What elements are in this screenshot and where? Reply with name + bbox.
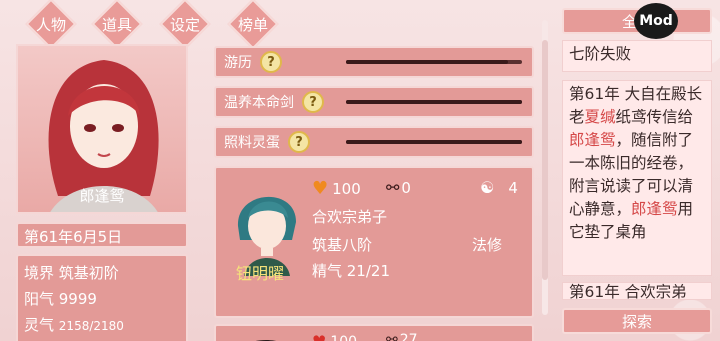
yang-stat: 阳气 9999 (24, 290, 97, 308)
log-entry-3: 第61年 合欢宗弟 (562, 282, 712, 300)
help-icon[interactable]: ? (288, 131, 310, 153)
spirit-stat: 灵气 2158/2180 (24, 316, 124, 334)
game-date: 第61年6月5日 (24, 228, 123, 246)
bond-icon: ⚯ (386, 332, 398, 341)
travel-progress (346, 60, 522, 64)
egg-progress-fill (346, 140, 522, 144)
sword-progress-fill (346, 100, 522, 104)
disciple-sect: 合欢宗弟子 (312, 208, 388, 226)
character-portrait[interactable]: 郎逢鸳 (16, 44, 188, 214)
tab-settings[interactable]: 设定 (156, 4, 214, 44)
disciple-path: 法修 (472, 236, 503, 254)
disciple-realm: 筑基八阶 (312, 236, 373, 254)
list-scroll-thumb[interactable] (542, 40, 548, 280)
heart-icon: ♥ (312, 332, 326, 341)
travel-progress-fill (346, 60, 508, 64)
tab-items[interactable]: 道具 (88, 4, 146, 44)
character-name: 郎逢鸳 (79, 187, 125, 205)
log-entry-1: 七阶失败 (562, 40, 712, 72)
affection-stat: ♥ 100 (312, 178, 361, 199)
tab-character[interactable]: 人物 (22, 4, 80, 44)
disciple-card[interactable]: 钮明曜 ♥ 100 ⚯ 0 ☯ 4 合欢宗弟子 筑基八阶 法修 精气 21/21 (214, 166, 534, 318)
action-care-egg[interactable]: 照料灵蛋 ? (214, 126, 534, 158)
explore-button[interactable]: 探索 (562, 308, 712, 334)
heart-icon: ♥ (312, 178, 329, 199)
mod-badge[interactable]: Mod (634, 3, 678, 39)
bond-icon: ⚯ (386, 178, 400, 197)
disciple-card-next[interactable]: ♥ 100 ⚯ 27 (214, 324, 534, 341)
egg-progress (346, 140, 522, 144)
next-affection: ♥ 100 (312, 332, 357, 341)
next-avatar (256, 340, 276, 341)
bond-stat: ⚯ 0 (386, 178, 411, 197)
disciple-essence: 精气 21/21 (312, 262, 390, 280)
disciple-name: 钮明曜 (236, 264, 285, 283)
help-icon[interactable]: ? (302, 91, 324, 113)
next-bond: ⚯ 27 (386, 332, 418, 341)
log-entry-2: 第61年 大自在殿长老夏缄纸鸢传信给郎逢鸳，随信附了一本陈旧的经卷，附言说读了可… (562, 80, 712, 276)
help-icon[interactable]: ? (260, 51, 282, 73)
action-nurture-sword[interactable]: 温养本命剑 ? (214, 86, 534, 118)
tab-rankings[interactable]: 榜单 (224, 4, 282, 44)
action-travel[interactable]: 游历 ? (214, 46, 534, 78)
yinyang-icon: ☯ (480, 178, 495, 197)
realm-stat: 境界 筑基初阶 (24, 264, 119, 282)
yinyang-stat: ☯ 4 (480, 178, 518, 197)
sword-progress (346, 100, 522, 104)
